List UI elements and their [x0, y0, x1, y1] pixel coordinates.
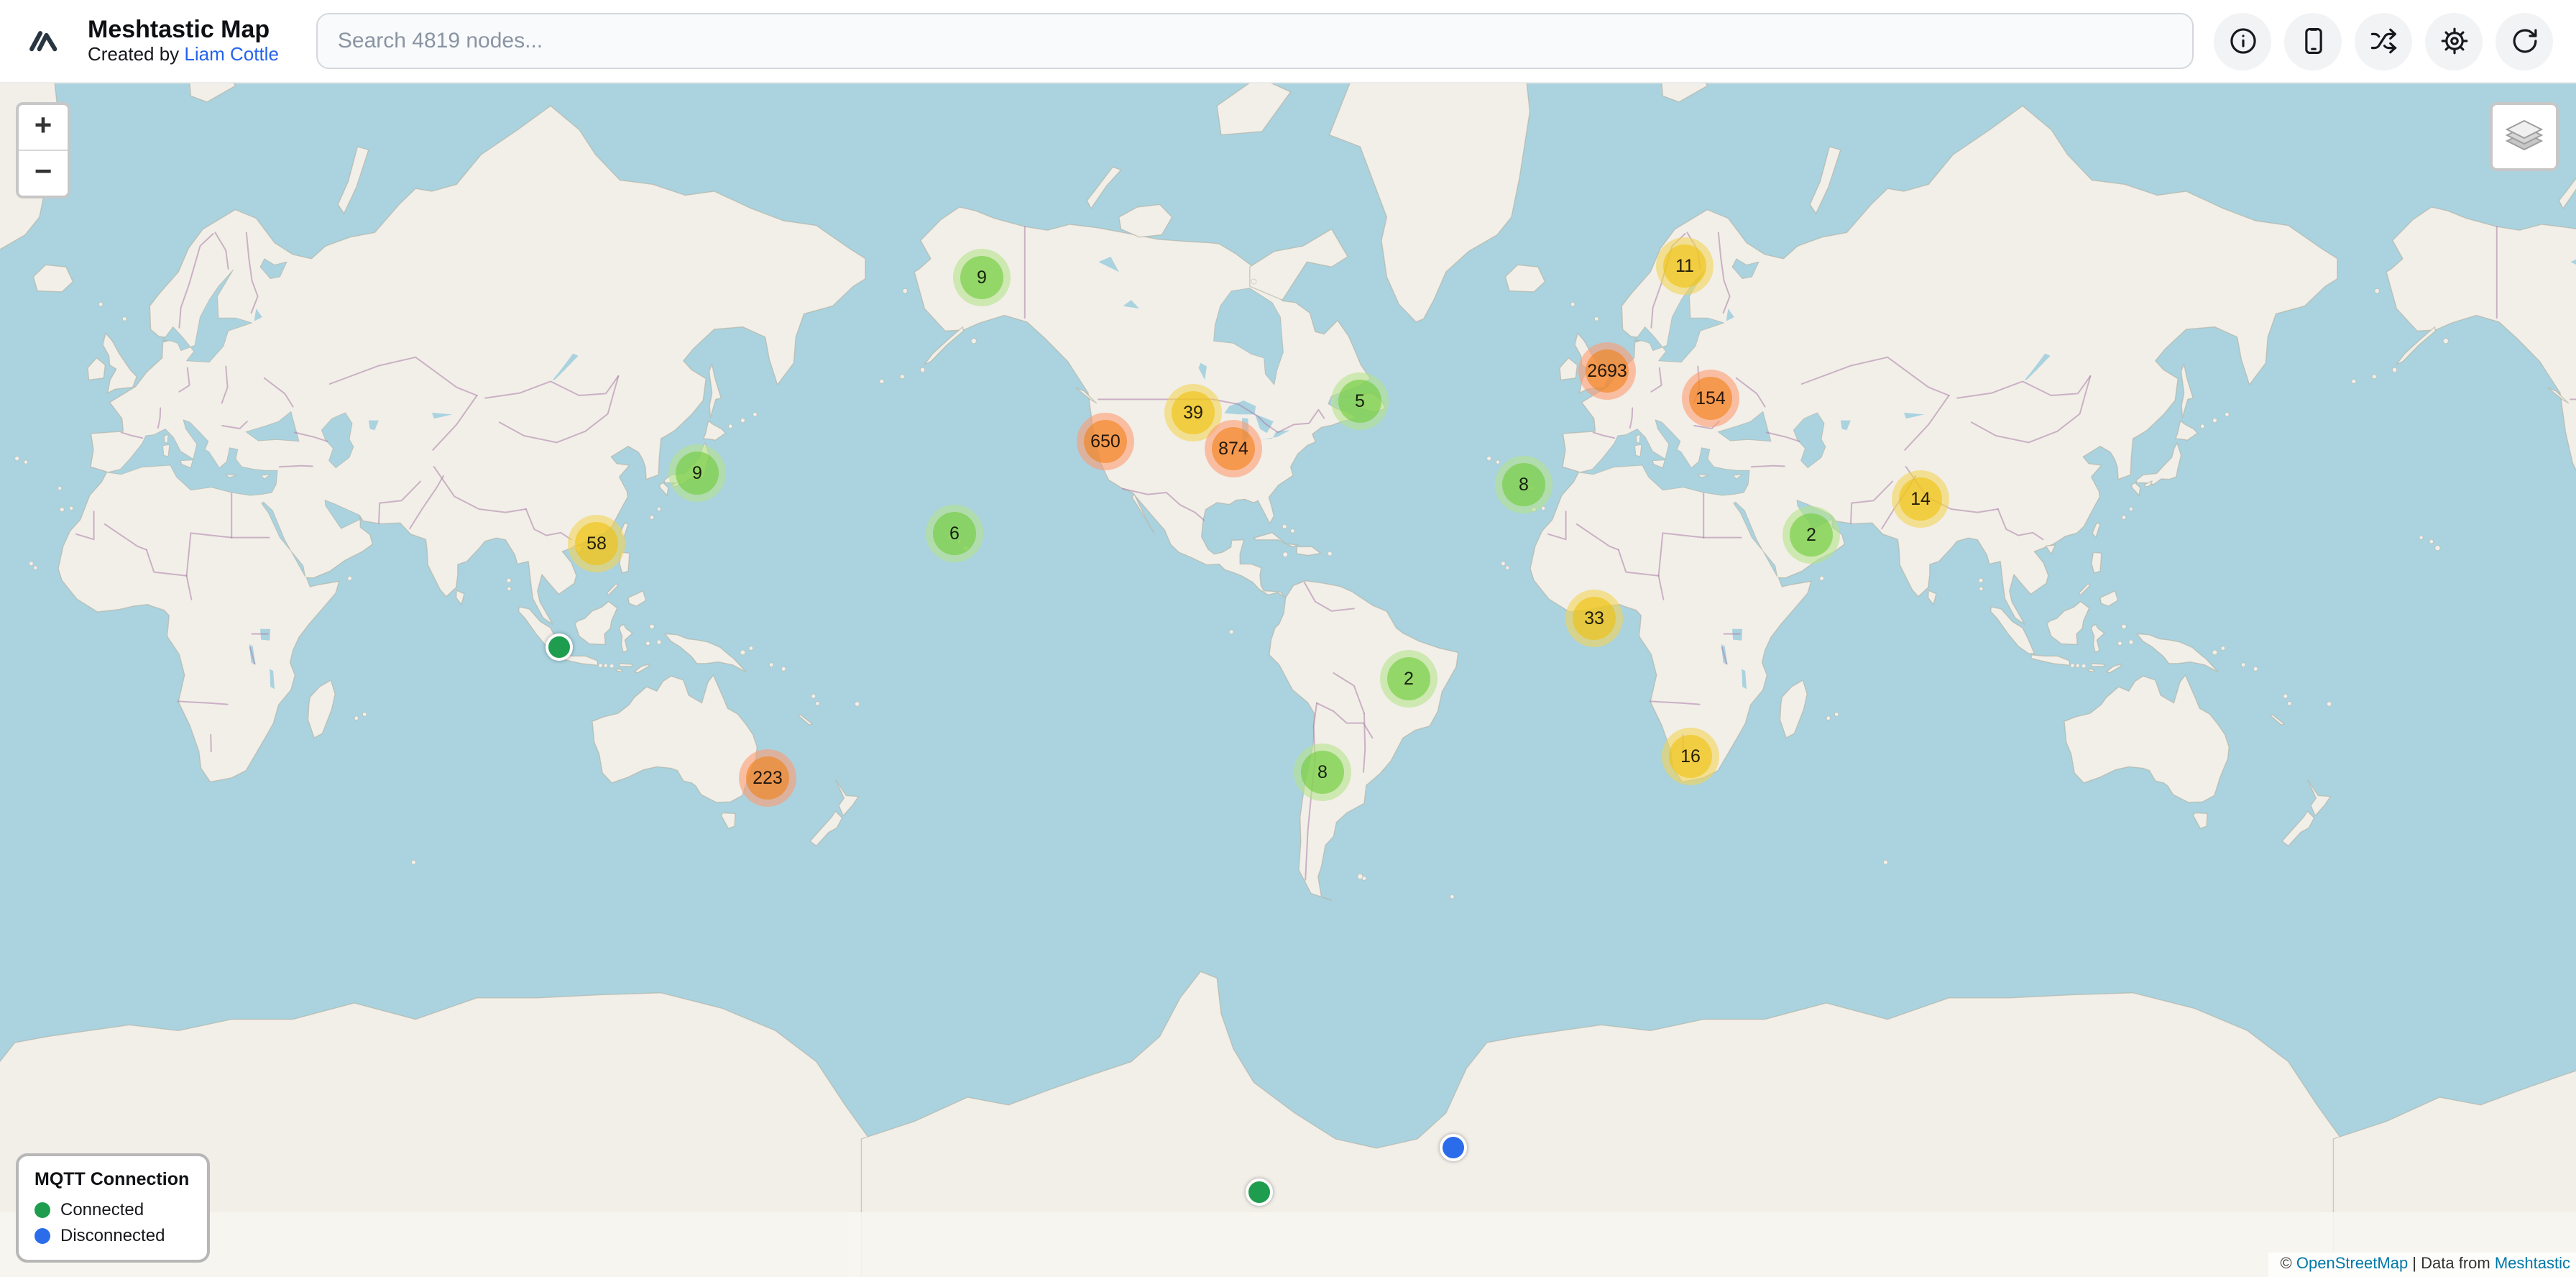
header-buttons	[2214, 12, 2553, 70]
header-text: Meshtastic Map Created by Liam Cottle	[88, 16, 279, 67]
legend-item-disconnected: Disconnected	[34, 1225, 189, 1245]
cluster-marker[interactable]: 14	[1892, 470, 1949, 528]
node-marker-connected[interactable]	[546, 633, 573, 661]
refresh-button[interactable]	[2496, 12, 2553, 70]
settings-button[interactable]	[2425, 12, 2483, 70]
osm-link[interactable]: OpenStreetMap	[2296, 1255, 2408, 1273]
legend-connected-label: Connected	[60, 1199, 144, 1219]
shuffle-icon	[2368, 26, 2398, 56]
cluster-marker[interactable]: 33	[1565, 590, 1623, 647]
cluster-marker[interactable]: 154	[1682, 370, 1739, 427]
cluster-marker[interactable]: 6	[926, 505, 983, 562]
meshtastic-link[interactable]: Meshtastic	[2495, 1255, 2570, 1273]
layers-control[interactable]	[2490, 102, 2559, 171]
app-header: Meshtastic Map Created by Liam Cottle	[0, 0, 2576, 83]
device-button[interactable]	[2284, 12, 2342, 70]
cluster-marker[interactable]: 58	[568, 515, 625, 572]
page-title: Meshtastic Map	[88, 16, 279, 44]
app: Meshtastic Map Created by Liam Cottle	[0, 0, 2576, 1277]
zoom-control: + −	[16, 102, 70, 198]
node-marker-connected[interactable]	[1246, 1178, 1273, 1206]
cluster-marker[interactable]: 223	[739, 749, 796, 807]
world-map	[0, 83, 2576, 1277]
refresh-icon	[2509, 26, 2539, 56]
meshtastic-logo-icon[interactable]	[14, 12, 73, 70]
info-icon	[2227, 26, 2258, 56]
smartphone-icon	[2298, 26, 2328, 56]
zoom-out-button[interactable]: −	[19, 150, 68, 196]
mqtt-legend: MQTT Connection Connected Disconnected	[16, 1153, 209, 1263]
cluster-marker[interactable]: 9	[668, 444, 726, 502]
legend-title: MQTT Connection	[34, 1169, 189, 1189]
layers-icon	[2503, 115, 2546, 158]
disconnected-dot-icon	[34, 1227, 50, 1243]
cluster-marker[interactable]: 11	[1656, 237, 1714, 295]
search-input[interactable]	[316, 13, 2194, 69]
cluster-marker[interactable]: 16	[1662, 728, 1719, 785]
byline: Created by Liam Cottle	[88, 45, 279, 67]
cluster-marker[interactable]: 8	[1495, 456, 1552, 513]
cluster-marker[interactable]: 9	[953, 249, 1011, 306]
cluster-marker[interactable]: 5	[1331, 372, 1389, 430]
attribution: © OpenStreetMap | Data from Meshtastic	[2269, 1253, 2576, 1277]
random-node-button[interactable]	[2355, 12, 2412, 70]
info-button[interactable]	[2214, 12, 2271, 70]
author-link[interactable]: Liam Cottle	[184, 44, 279, 65]
cluster-marker[interactable]: 8	[1294, 743, 1351, 801]
cluster-marker[interactable]: 2	[1782, 506, 1840, 564]
legend-disconnected-label: Disconnected	[60, 1225, 165, 1245]
cluster-marker[interactable]: 874	[1205, 420, 1262, 477]
map-canvas[interactable]: + − 911269315439650874581429586332168223…	[0, 83, 2576, 1277]
zoom-in-button[interactable]: +	[19, 105, 68, 150]
cluster-marker[interactable]: 2693	[1578, 342, 1636, 400]
cluster-marker[interactable]: 650	[1077, 413, 1134, 470]
gear-icon	[2439, 26, 2469, 56]
legend-item-connected: Connected	[34, 1199, 189, 1219]
cluster-marker[interactable]: 2	[1380, 650, 1438, 708]
node-marker-disconnected[interactable]	[1440, 1134, 1467, 1161]
connected-dot-icon	[34, 1202, 50, 1217]
